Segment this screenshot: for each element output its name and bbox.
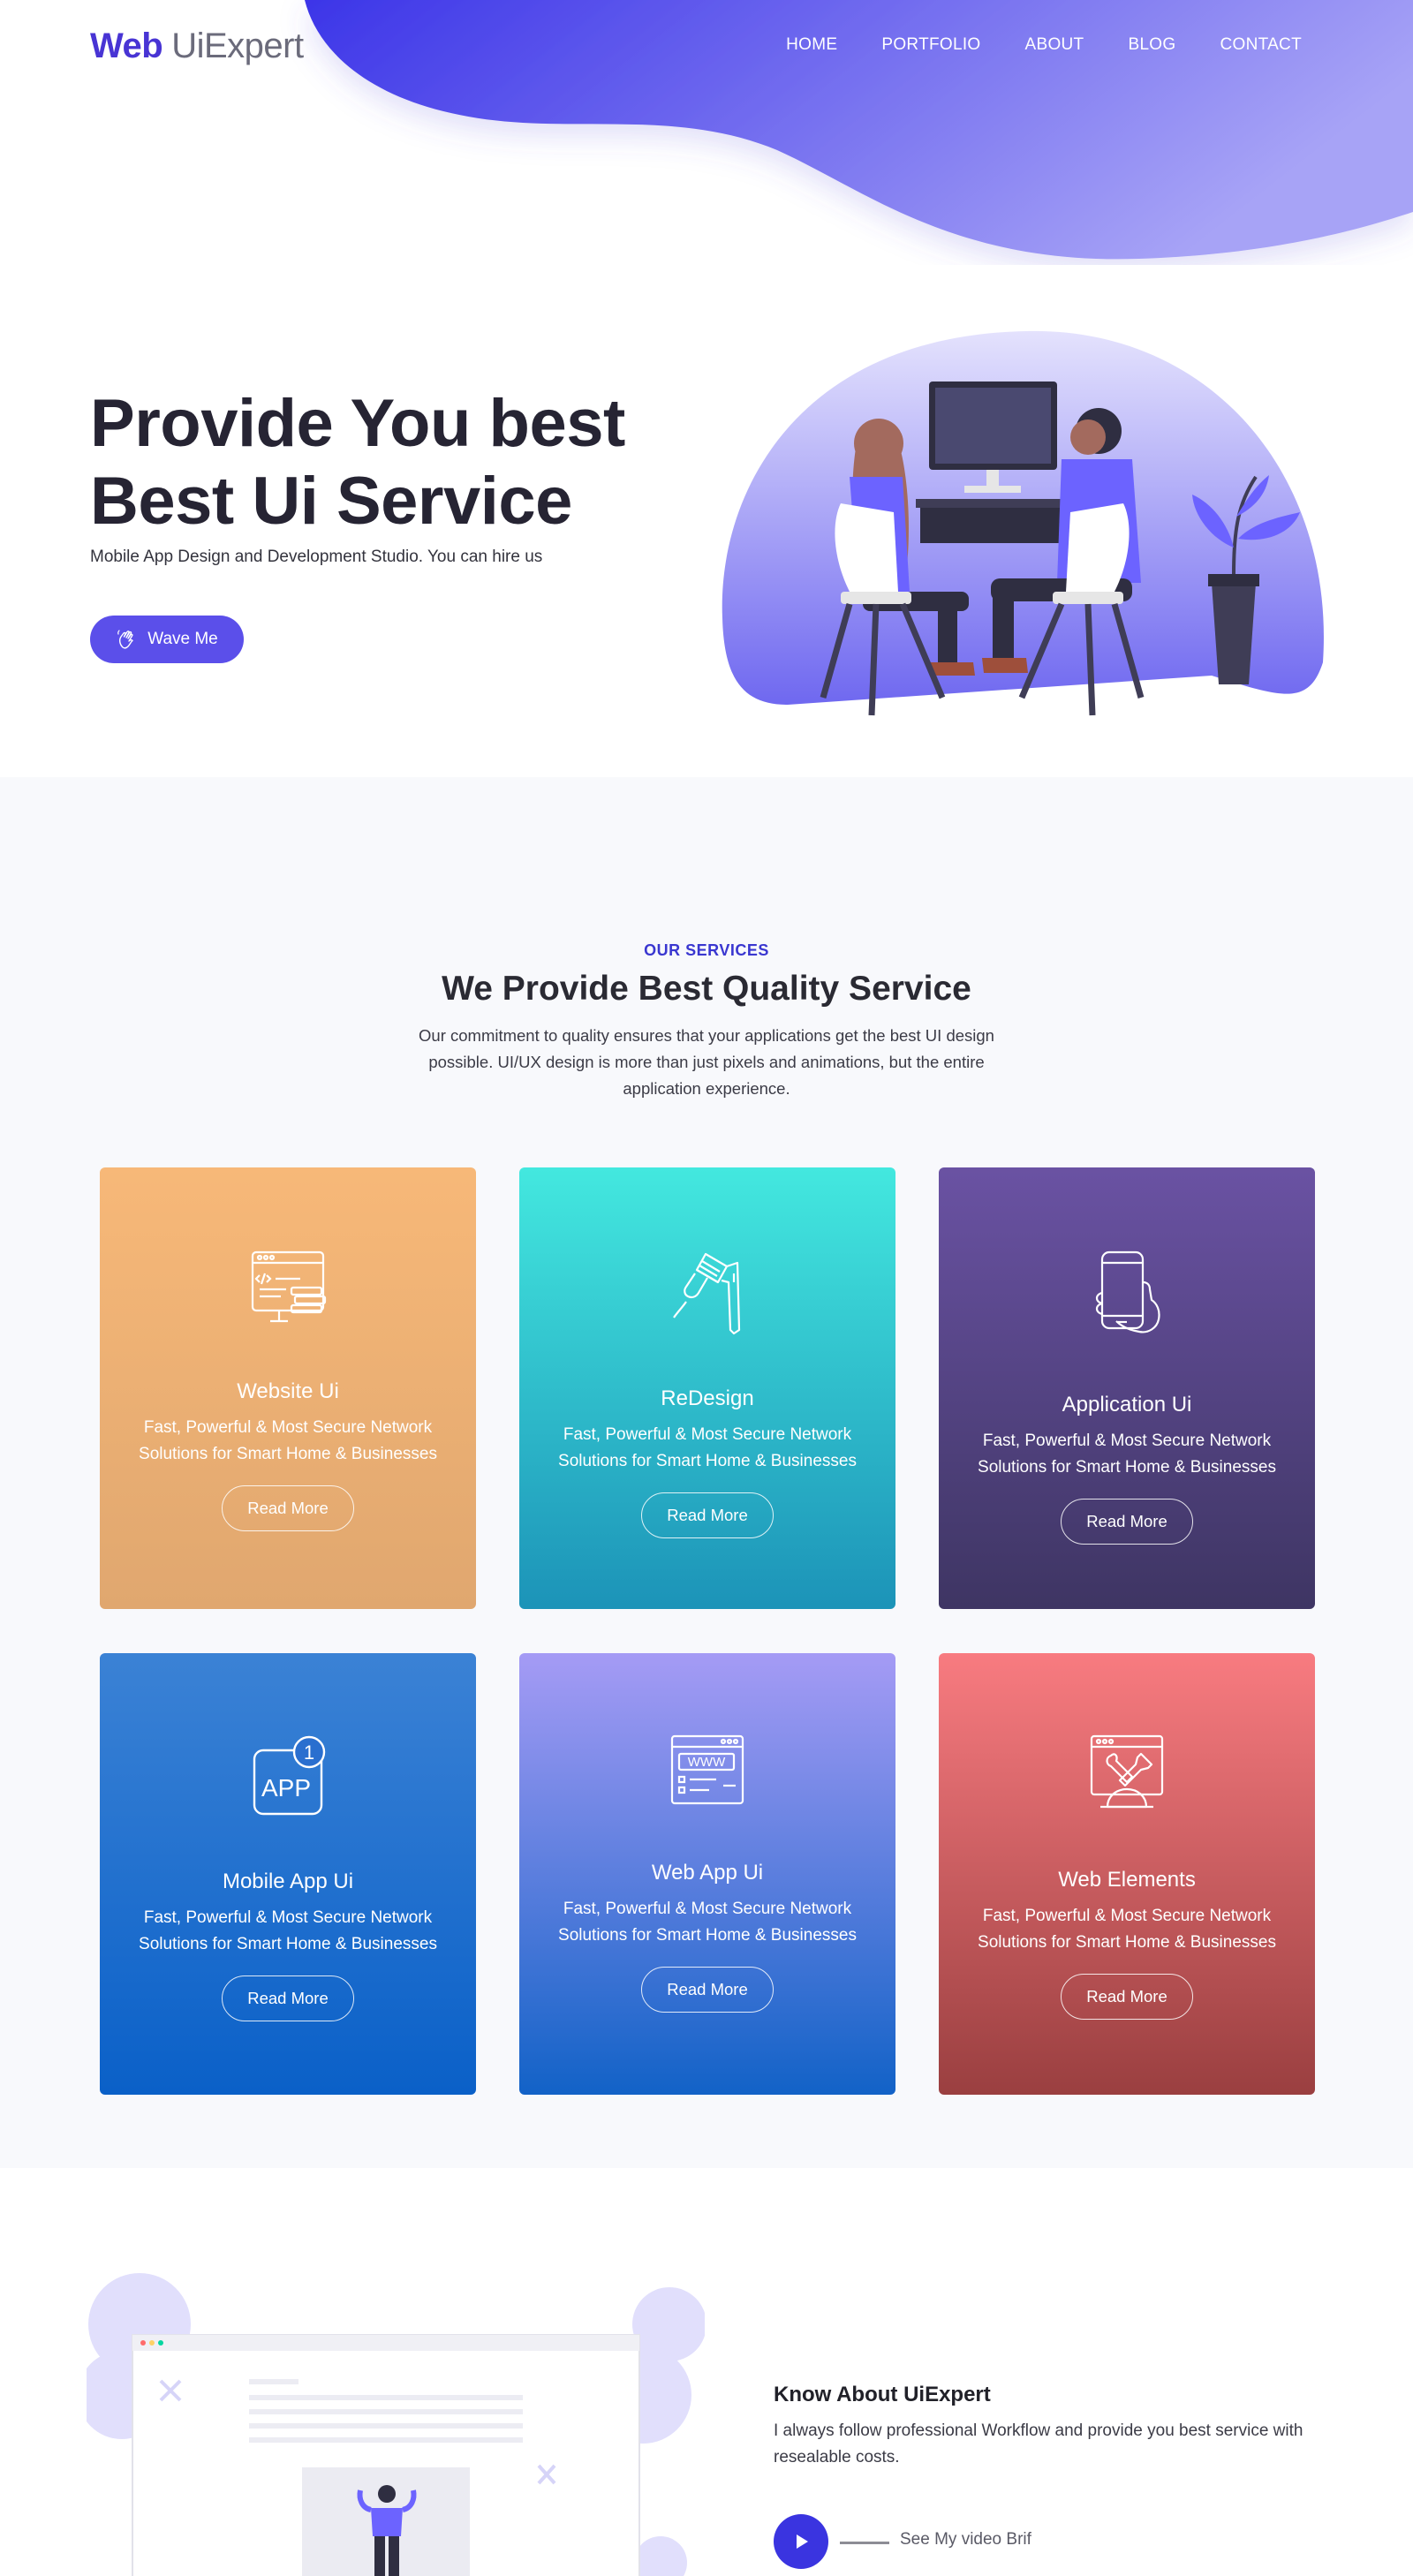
hero-illustration xyxy=(722,330,1324,716)
services-description: Our commitment to quality ensures that y… xyxy=(419,1026,994,1098)
read-more-button[interactable]: Read More xyxy=(1061,1974,1193,2020)
www-window-icon: WWW xyxy=(670,1734,744,1805)
service-card-web-app-ui: WWW Web App Ui Fast, Powerful & Most Sec… xyxy=(519,1653,895,2095)
video-label[interactable]: See My video Brif xyxy=(900,2530,1031,2550)
nav-about[interactable]: ABOUT xyxy=(1025,35,1084,55)
main-nav: HOME PORTFOLIO ABOUT BLOG CONTACT xyxy=(786,35,1302,55)
wave-me-label: Wave Me xyxy=(147,630,218,648)
card-text: Fast, Powerful & Most Secure Network Sol… xyxy=(139,1908,437,1953)
app-badge-count: 1 xyxy=(304,1741,314,1764)
phone-hand-icon xyxy=(1095,1250,1160,1333)
hero-title-line2: Best Ui Service xyxy=(90,464,572,539)
services-title: We Provide Best Quality Service xyxy=(442,970,971,1008)
read-more-button[interactable]: Read More xyxy=(222,1485,354,1531)
nav-home[interactable]: HOME xyxy=(786,35,837,55)
logo-bold-text: Web xyxy=(90,26,163,65)
service-card-mobile-app-ui: 1 APP Mobile App Ui Fast, Powerful & Mos… xyxy=(100,1653,476,2095)
card-text: Fast, Powerful & Most Secure Network Sol… xyxy=(978,1432,1276,1477)
services-eyebrow: OUR SERVICES xyxy=(644,941,769,959)
waving-hand-icon xyxy=(117,630,133,649)
card-title: Website Ui xyxy=(237,1379,339,1403)
paint-brush-icon xyxy=(673,1252,741,1335)
hero-title: Provide You best Best Ui Service xyxy=(90,385,625,540)
card-text: Fast, Powerful & Most Secure Network Sol… xyxy=(558,1425,857,1470)
nav-contact[interactable]: CONTACT xyxy=(1220,35,1302,55)
site-header: Web UiExpert HOME PORTFOLIO ABOUT BLOG CO… xyxy=(0,0,1413,265)
read-more-button[interactable]: Read More xyxy=(641,1492,774,1538)
about-illustration xyxy=(87,2273,705,2576)
app-icon-label: APP xyxy=(261,1774,311,1802)
service-card-redesign: ReDesign Fast, Powerful & Most Secure Ne… xyxy=(519,1167,895,1609)
card-title: Application Ui xyxy=(1062,1393,1192,1416)
tools-window-icon xyxy=(1090,1734,1164,1809)
play-icon xyxy=(797,2534,808,2549)
about-text: I always follow professional Workflow an… xyxy=(774,2421,1303,2466)
service-card-web-elements: Web Elements Fast, Powerful & Most Secur… xyxy=(939,1653,1315,2095)
read-more-button[interactable]: Read More xyxy=(641,1967,774,2013)
card-text: Fast, Powerful & Most Secure Network Sol… xyxy=(558,1900,857,1945)
service-card-website-ui: Website Ui Fast, Powerful & Most Secure … xyxy=(100,1167,476,1609)
card-text: Fast, Powerful & Most Secure Network Sol… xyxy=(139,1418,437,1463)
wave-me-button[interactable]: Wave Me xyxy=(90,616,244,663)
play-video-button[interactable] xyxy=(774,2514,828,2569)
card-title: ReDesign xyxy=(661,1386,754,1410)
app-badge-icon: 1 APP xyxy=(253,1735,326,1816)
read-more-button[interactable]: Read More xyxy=(222,1975,354,2021)
code-window-icon xyxy=(251,1250,327,1323)
card-title: Web Elements xyxy=(1058,1868,1196,1892)
hero-title-line1: Provide You best xyxy=(90,386,625,461)
read-more-button[interactable]: Read More xyxy=(1061,1499,1193,1545)
card-text: Fast, Powerful & Most Secure Network Sol… xyxy=(978,1907,1276,1952)
services-section: OUR SERVICES We Provide Best Quality Ser… xyxy=(0,777,1413,2168)
hero-subtitle: Mobile App Design and Development Studio… xyxy=(90,548,543,566)
nav-blog[interactable]: BLOG xyxy=(1128,35,1175,55)
card-title: Mobile App Ui xyxy=(222,1870,354,1893)
about-title: Know About UiExpert xyxy=(774,2383,991,2406)
logo-light-text: UiExpert xyxy=(171,26,304,65)
nav-portfolio[interactable]: PORTFOLIO xyxy=(881,35,980,55)
www-icon-label: WWW xyxy=(688,1755,726,1770)
service-card-application-ui: Application Ui Fast, Powerful & Most Sec… xyxy=(939,1167,1315,1609)
site-logo[interactable]: Web UiExpert xyxy=(90,26,304,66)
video-divider-line xyxy=(840,2542,889,2544)
card-title: Web App Ui xyxy=(651,1861,764,1885)
